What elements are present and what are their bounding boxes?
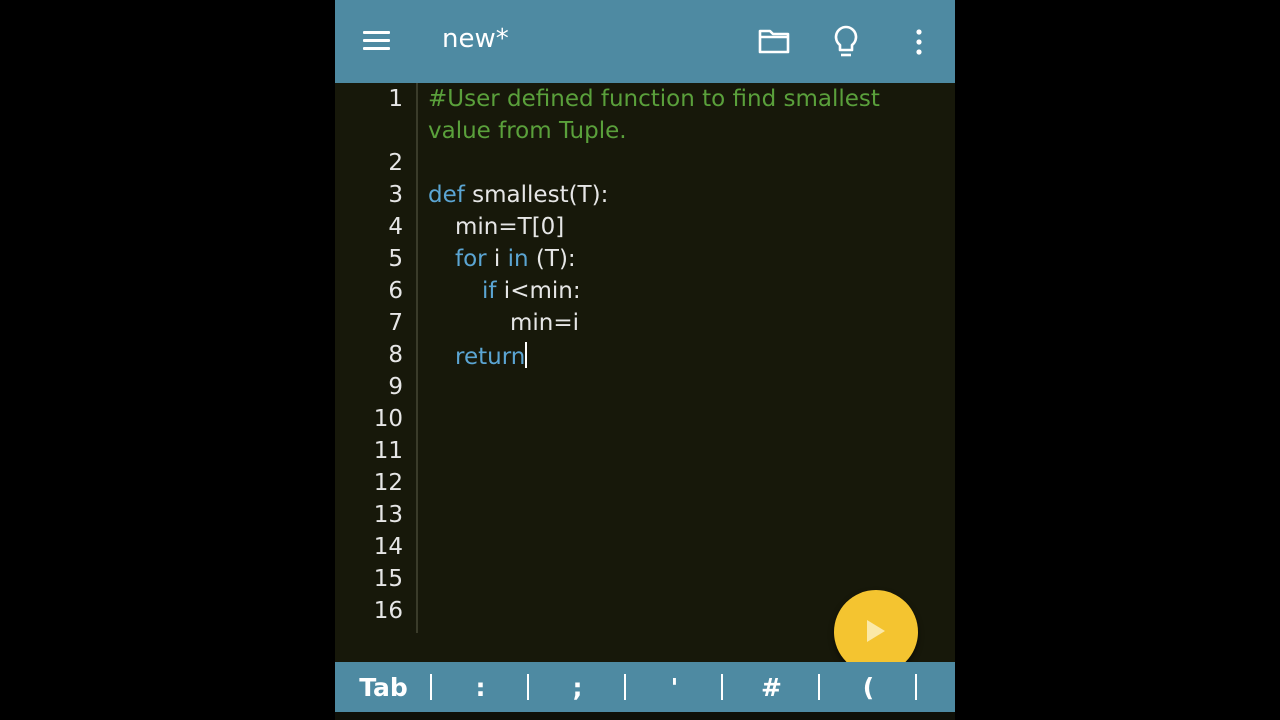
line-number: 16 xyxy=(373,598,403,624)
code-line-def: def smallest(T): xyxy=(428,182,608,208)
key-quote[interactable]: ' xyxy=(626,662,723,712)
text-cursor xyxy=(525,342,528,368)
key-paren[interactable]: ( xyxy=(820,662,917,712)
code-line-comment: #User defined function to find smallest xyxy=(428,86,880,112)
code-text: i<min: xyxy=(496,278,581,304)
code-line-return: return xyxy=(455,342,528,370)
keyword: if xyxy=(482,278,497,304)
gutter-divider xyxy=(416,83,418,633)
line-number: 8 xyxy=(388,342,403,368)
key-semicolon[interactable]: ; xyxy=(529,662,626,712)
code-text: smallest(T): xyxy=(464,182,609,208)
line-number: 4 xyxy=(388,214,403,240)
line-number: 14 xyxy=(373,534,403,560)
code-line-assign: min=T[0] xyxy=(455,214,565,240)
line-number: 13 xyxy=(373,502,403,528)
code-editor[interactable]: 1 2 3 4 5 6 7 8 9 10 11 12 13 14 15 16 #… xyxy=(335,83,955,662)
line-number: 15 xyxy=(373,566,403,592)
code-line-assign-inner: min=i xyxy=(510,310,580,336)
keyword: return xyxy=(455,344,526,370)
line-number: 6 xyxy=(388,278,403,304)
line-number: 9 xyxy=(388,374,403,400)
line-number: 5 xyxy=(388,246,403,272)
menu-icon[interactable] xyxy=(361,28,393,54)
line-number: 11 xyxy=(373,438,403,464)
line-number: 10 xyxy=(373,406,403,432)
key-colon[interactable]: : xyxy=(432,662,529,712)
code-line-if: if i<min: xyxy=(482,278,581,304)
line-number: 3 xyxy=(388,182,403,208)
line-number: 7 xyxy=(388,310,403,336)
app-bar: new* xyxy=(335,0,955,83)
folder-icon[interactable] xyxy=(757,24,791,58)
keyword: for xyxy=(455,246,487,272)
line-number: 12 xyxy=(373,470,403,496)
more-vert-icon[interactable] xyxy=(909,24,929,60)
phone-screen: new* 1 2 3 4 5 6 7 8 9 10 11 12 13 14 15… xyxy=(335,0,955,720)
bottom-strip xyxy=(335,712,955,720)
file-title: new* xyxy=(442,24,509,54)
lightbulb-icon[interactable] xyxy=(832,24,860,60)
code-text: i xyxy=(486,246,508,272)
code-line-comment-wrap: value from Tuple. xyxy=(428,118,627,144)
line-number: 2 xyxy=(388,150,403,176)
play-icon xyxy=(867,620,885,642)
extra-keys-bar: Tab : ; ' # ( xyxy=(335,662,955,712)
key-tab[interactable]: Tab xyxy=(335,662,432,712)
keyword: in xyxy=(507,246,529,272)
code-text: (T): xyxy=(528,246,576,272)
code-line-for: for i in (T): xyxy=(455,246,576,272)
keyword: def xyxy=(428,182,465,208)
key-hash[interactable]: # xyxy=(723,662,820,712)
line-number: 1 xyxy=(388,86,403,112)
